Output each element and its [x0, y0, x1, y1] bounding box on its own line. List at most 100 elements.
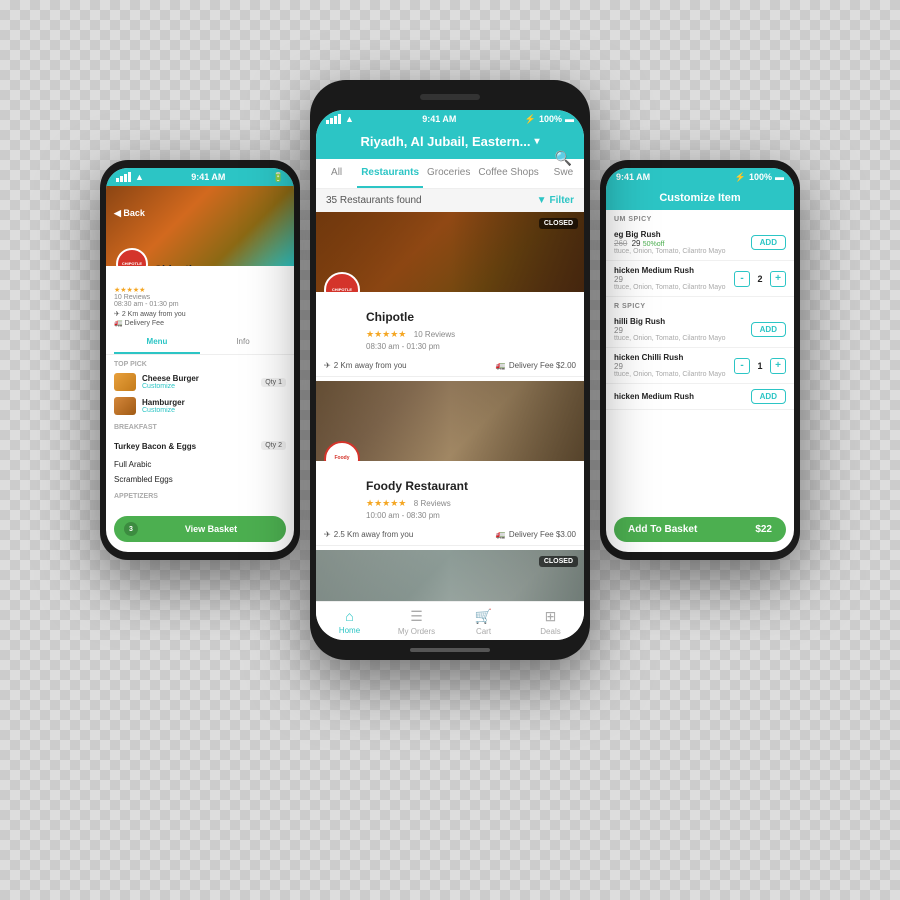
home-icon: ⌂: [345, 608, 353, 624]
right-item-3-desc: ttuce, Onion, Tomato, Cilantro Mayo: [614, 335, 751, 342]
left-distance: ✈ 2 Km away from you: [114, 310, 286, 318]
tab-coffee[interactable]: Coffee Shops: [474, 159, 542, 188]
home-indicator: [410, 648, 490, 652]
tab-groceries[interactable]: Groceries: [423, 159, 474, 188]
left-burger-img: [114, 373, 136, 391]
right-qty-minus-4[interactable]: -: [734, 358, 750, 374]
customize-item-title: Customize Item: [659, 192, 740, 204]
center-status-bar: ▲ 9:41 AM ⚡ 100% ▬: [316, 110, 584, 128]
left-item-info: Cheese Burger Customize: [142, 374, 255, 390]
right-time: 9:41 AM: [616, 172, 650, 182]
right-basket-label: Add To Basket: [628, 524, 697, 535]
distance-icon: ✈: [324, 361, 331, 370]
left-restaurant-name: Chipotle: [154, 264, 198, 266]
right-qty-plus-4[interactable]: +: [770, 358, 786, 374]
tab-restaurants[interactable]: Restaurants: [357, 159, 423, 188]
foody-distance: ✈ 2.5 Km away from you: [324, 530, 413, 539]
right-basket-price: $22: [755, 524, 772, 535]
back-button[interactable]: ◀ Back: [114, 208, 145, 219]
phone-left-screen: ▲ 9:41 AM 🔋 ◀ Back CHIPOTLE Chipotle ★★★…: [106, 168, 294, 552]
left-view-basket-button[interactable]: 3 View Basket: [114, 516, 286, 542]
right-item-5-name: hicken Medium Rush: [614, 392, 751, 401]
right-add-to-basket-button[interactable]: Add To Basket $22: [614, 517, 786, 542]
restaurant-card-foody[interactable]: Foody Foody Restaurant ★★★★★ 8 Reviews 1…: [316, 381, 584, 546]
right-item-3-info: hilli Big Rush 29 ttuce, Onion, Tomato, …: [614, 317, 751, 342]
foody-hours: 10:00 am - 08:30 pm: [366, 511, 576, 520]
foody-footer: ✈ 2.5 Km away from you 🚛 Delivery Fee $3…: [316, 526, 584, 545]
right-qty-ctrl-2: - 2 +: [734, 271, 786, 287]
left-full-arabic: Full Arabic: [106, 457, 294, 472]
left-menu-item: Cheese Burger Customize Qty 1: [106, 370, 294, 394]
left-basket-count: 3: [124, 522, 138, 536]
left-status-bar: ▲ 9:41 AM 🔋: [106, 168, 294, 186]
filter-label: Filter: [550, 195, 574, 206]
results-bar: 35 Restaurants found ▼ Filter: [316, 189, 584, 212]
center-signal: [326, 114, 341, 124]
speaker: [420, 94, 480, 100]
right-qty-num-2: 2: [754, 274, 766, 284]
foody-name: Foody Restaurant: [366, 479, 576, 493]
left-hours: 08:30 am - 01:30 pm: [114, 301, 286, 308]
nav-orders[interactable]: ☰ My Orders: [383, 608, 450, 636]
deals-icon: ⊞: [545, 608, 557, 625]
foody-delivery: 🚛 Delivery Fee $3.00: [496, 530, 576, 539]
filter-button[interactable]: ▼ Filter: [537, 195, 574, 206]
left-tab-menu[interactable]: Menu: [114, 331, 200, 354]
left-section-breakfast: BREAKFAST: [106, 418, 294, 433]
restaurant-list: CLOSED CHIPOTLE Chipotle ★★★★★ 10 Review…: [316, 212, 584, 601]
location-text: Riyadh, Al Jubail, Eastern...: [360, 134, 530, 149]
center-content: ▲ 9:41 AM ⚡ 100% ▬ Riyadh, Al Jubail, Ea…: [316, 110, 584, 640]
right-add-btn-1[interactable]: ADD: [751, 235, 786, 250]
filter-icon: ▼: [537, 195, 547, 206]
right-add-btn-5[interactable]: ADD: [751, 389, 786, 404]
left-item-qty: Qty 1: [261, 378, 286, 387]
phone-right-screen: 9:41 AM ⚡ 100% ▬ Customize Item UM SPICY…: [606, 168, 794, 552]
left-hamburger-customize[interactable]: Customize: [142, 407, 286, 414]
left-tab-info[interactable]: Info: [200, 331, 286, 354]
right-status-bar: 9:41 AM ⚡ 100% ▬: [606, 168, 794, 186]
foody-stars: ★★★★★: [366, 498, 406, 508]
left-stars: ★★★★★: [114, 286, 286, 294]
left-delivery: 🚛 Delivery Fee: [114, 319, 286, 327]
nav-deals[interactable]: ⊞ Deals: [517, 608, 584, 636]
center-battery: 100%: [539, 114, 562, 124]
left-hamburger-name: Hamburger: [142, 398, 286, 407]
nav-home[interactable]: ⌂ Home: [316, 608, 383, 636]
chipotle-footer: ✈ 2 Km away from you 🚛 Delivery Fee $2.0…: [316, 357, 584, 376]
foody-reviews: 8 Reviews: [414, 499, 451, 508]
left-tabs: Menu Info: [106, 331, 294, 355]
right-qty-plus-2[interactable]: +: [770, 271, 786, 287]
right-item-1-sale: 29: [632, 239, 641, 248]
restaurant-card-sushi[interactable]: CLOSED 🍣 Sushi Master ★★★★★ 5 Reviews: [316, 550, 584, 601]
right-item-1-name: eg Big Rush: [614, 230, 751, 239]
left-item-customize[interactable]: Customize: [142, 383, 255, 390]
right-item-1-price: 260 29 50%off: [614, 239, 751, 248]
right-qty-minus-2[interactable]: -: [734, 271, 750, 287]
phone-left: ▲ 9:41 AM 🔋 ◀ Back CHIPOTLE Chipotle ★★★…: [100, 160, 300, 560]
right-item-5: hicken Medium Rush ADD: [606, 384, 794, 410]
search-icon[interactable]: 🔍: [555, 150, 572, 167]
restaurant-card-chipotle[interactable]: CLOSED CHIPOTLE Chipotle ★★★★★ 10 Review…: [316, 212, 584, 377]
left-hamburger-img: [114, 397, 136, 415]
right-item-3-price: 29: [614, 326, 751, 335]
tab-all[interactable]: All: [316, 159, 357, 188]
right-add-btn-3[interactable]: ADD: [751, 322, 786, 337]
chipotle-hours: 08:30 am - 01:30 pm: [366, 342, 576, 351]
nav-cart-label: Cart: [476, 627, 491, 636]
right-item-3-name: hilli Big Rush: [614, 317, 751, 326]
left-section-appetizers: APPETIZERS: [106, 487, 294, 502]
left-menu-item-2: Hamburger Customize: [106, 394, 294, 418]
bottom-nav: ⌂ Home ☰ My Orders 🛒 Cart ⊞ Deals: [316, 601, 584, 640]
phone-center-screen: ▲ 9:41 AM ⚡ 100% ▬ Riyadh, Al Jubail, Ea…: [316, 110, 584, 640]
phone-center: ▲ 9:41 AM ⚡ 100% ▬ Riyadh, Al Jubail, Ea…: [310, 80, 590, 660]
cart-icon: 🛒: [475, 608, 492, 625]
category-tabs: All Restaurants Groceries Coffee Shops S…: [316, 159, 584, 189]
nav-cart[interactable]: 🛒 Cart: [450, 608, 517, 636]
right-item-4-price: 29: [614, 362, 734, 371]
left-reviews: 10 Reviews: [114, 294, 150, 301]
location-display[interactable]: Riyadh, Al Jubail, Eastern... ▾: [328, 134, 572, 149]
right-item-2-price: 29: [614, 275, 734, 284]
right-item-4-sale: 29: [614, 362, 623, 371]
chipotle-image: CLOSED CHIPOTLE: [316, 212, 584, 292]
right-item-2-desc: ttuce, Onion, Tomato, Cilantro Mayo: [614, 284, 734, 291]
